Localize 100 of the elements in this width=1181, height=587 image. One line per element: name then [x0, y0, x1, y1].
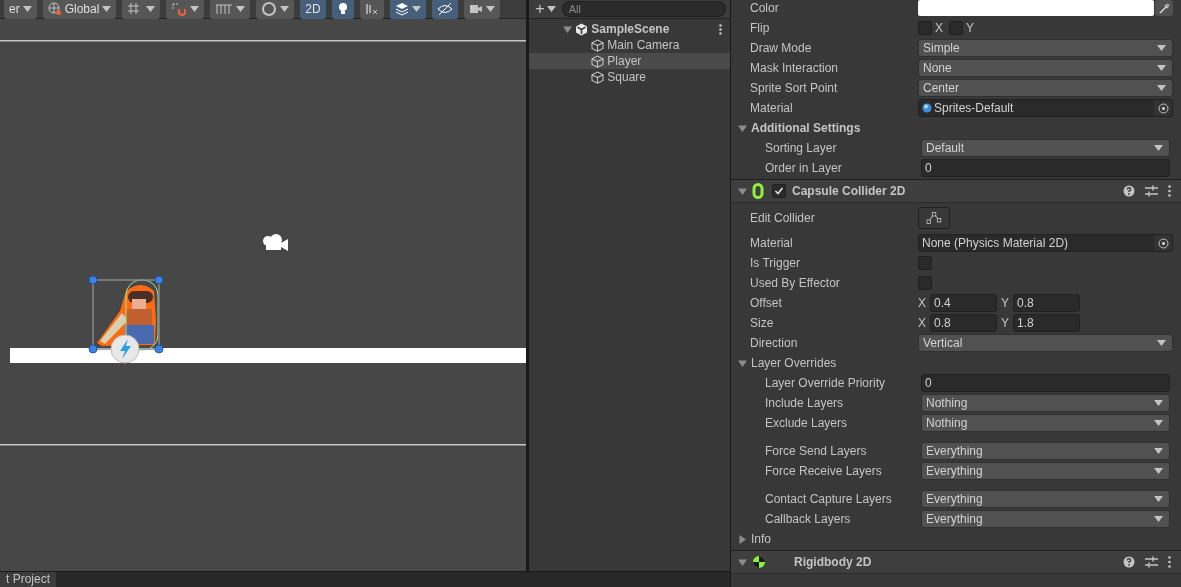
property-label: Mask Interaction — [749, 61, 840, 75]
toolbar-button[interactable] — [431, 0, 458, 19]
hidden-eye-icon — [436, 2, 453, 16]
number-field[interactable]: 0.4 — [930, 294, 997, 312]
property-label: Force Receive Layers — [764, 464, 883, 478]
ruler-icon — [215, 2, 234, 16]
component-header[interactable]: Capsule Collider 2D — [731, 179, 1181, 203]
object-field[interactable]: None (Physics Material 2D) — [918, 234, 1173, 252]
dropdown[interactable]: Default — [921, 139, 1170, 157]
checkbox[interactable] — [772, 184, 786, 198]
dropdown[interactable]: Everything — [921, 510, 1170, 528]
more-options-icon[interactable] — [1168, 556, 1171, 568]
more-options-icon[interactable] — [1168, 185, 1171, 197]
dropdown[interactable]: None — [918, 59, 1173, 77]
toolbar-button[interactable] — [210, 0, 251, 19]
toolbar-button[interactable] — [463, 0, 500, 19]
dropdown[interactable]: Everything — [921, 490, 1170, 508]
eyedropper-icon[interactable] — [1155, 0, 1173, 16]
resize-handle[interactable] — [88, 275, 98, 285]
number-field[interactable]: 0 — [921, 374, 1170, 392]
checkmark-icon — [774, 186, 784, 196]
axis-label: Y — [1001, 316, 1010, 330]
toolbar-button[interactable] — [256, 0, 295, 19]
material-sphere-icon — [922, 103, 932, 113]
component-header[interactable]: Rigidbody 2D — [731, 550, 1181, 574]
checkbox[interactable] — [918, 21, 932, 35]
edit-collider-button[interactable] — [918, 207, 950, 229]
expand-triangle-icon[interactable] — [738, 557, 747, 567]
scene-view[interactable] — [0, 19, 527, 571]
toolbar-button[interactable] — [389, 0, 426, 19]
expand-triangle-icon[interactable] — [738, 186, 747, 196]
polyline-icon — [926, 212, 942, 224]
checkbox[interactable] — [918, 256, 932, 270]
checkbox[interactable] — [949, 21, 963, 35]
foldout-label[interactable]: Additional Settings — [751, 121, 861, 135]
property-label: Used By Effector — [749, 276, 841, 290]
number-field[interactable]: 1.8 — [1013, 314, 1081, 332]
cube-icon — [591, 38, 605, 52]
toolbar-button[interactable] — [166, 0, 205, 19]
caret-icon — [1154, 516, 1163, 522]
sphere-icon — [261, 2, 278, 16]
selection-frame — [92, 279, 160, 350]
toolbar-button[interactable]: Global — [42, 0, 117, 19]
property-label: Flip — [749, 21, 771, 35]
search-field[interactable]: All — [561, 1, 726, 17]
foldout-label[interactable]: Info — [751, 532, 771, 546]
axis-label: X — [918, 316, 926, 330]
number-field[interactable]: 0.8 — [1013, 294, 1081, 312]
toolbar-button[interactable] — [122, 0, 161, 19]
object-field[interactable]: Sprites-Default — [918, 99, 1173, 117]
caret-icon — [1154, 145, 1163, 151]
object-picker-icon[interactable] — [1157, 237, 1169, 249]
add-button[interactable]: + — [533, 0, 558, 18]
axis-label: Y — [1001, 296, 1010, 310]
toolbar-button[interactable]: er — [4, 0, 37, 19]
object-picker-icon[interactable] — [1157, 102, 1169, 114]
property-label: Order in Layer — [764, 161, 843, 175]
dropdown[interactable]: Vertical — [918, 334, 1173, 352]
caret-icon — [102, 6, 112, 12]
number-field[interactable]: 0 — [921, 159, 1170, 177]
property-label: Material — [749, 236, 794, 250]
panel-tab[interactable]: t Project — [0, 572, 56, 587]
scene-name[interactable]: SampleScene — [591, 22, 716, 36]
resize-handle[interactable] — [154, 344, 164, 354]
property-label: Offset — [749, 296, 783, 310]
2d-toggle[interactable]: 2D — [300, 0, 326, 19]
property-label: Force Send Layers — [764, 444, 868, 458]
property-label: Sorting Layer — [764, 141, 838, 155]
resize-handle[interactable] — [154, 275, 164, 285]
settings-sliders-icon[interactable] — [1145, 185, 1158, 197]
caret-icon — [1157, 340, 1166, 346]
foldout-label[interactable]: Layer Overrides — [751, 356, 837, 370]
expand-triangle-icon[interactable] — [738, 358, 747, 368]
settings-sliders-icon[interactable] — [1145, 556, 1158, 568]
expand-triangle-icon[interactable] — [563, 24, 573, 34]
toolbar-button[interactable] — [331, 0, 354, 19]
dropdown[interactable]: Nothing — [921, 414, 1170, 432]
help-icon[interactable] — [1123, 556, 1135, 568]
color-field[interactable] — [918, 0, 1154, 16]
hierarchy-item[interactable]: Player — [529, 53, 730, 69]
dropdown[interactable]: Everything — [921, 462, 1170, 480]
hierarchy-item[interactable]: Square — [529, 69, 730, 85]
caret-icon — [1157, 85, 1166, 91]
checkbox[interactable] — [918, 276, 932, 290]
caret-icon — [280, 6, 290, 12]
expand-triangle-icon[interactable] — [738, 123, 747, 133]
dropdown[interactable]: Simple — [918, 39, 1173, 57]
toolbar-button[interactable] — [359, 0, 384, 19]
dropdown[interactable]: Everything — [921, 442, 1170, 460]
help-icon[interactable] — [1123, 185, 1135, 197]
cube-icon — [591, 54, 605, 68]
property-label: Contact Capture Layers — [764, 492, 893, 506]
dropdown[interactable]: Nothing — [921, 394, 1170, 412]
more-options-icon[interactable] — [719, 23, 722, 35]
caret-icon — [1154, 400, 1163, 406]
resize-handle[interactable] — [88, 344, 98, 354]
collapse-triangle-icon[interactable] — [738, 534, 747, 544]
dropdown[interactable]: Center — [918, 79, 1173, 97]
number-field[interactable]: 0.8 — [930, 314, 997, 332]
hierarchy-item[interactable]: Main Camera — [529, 37, 730, 53]
